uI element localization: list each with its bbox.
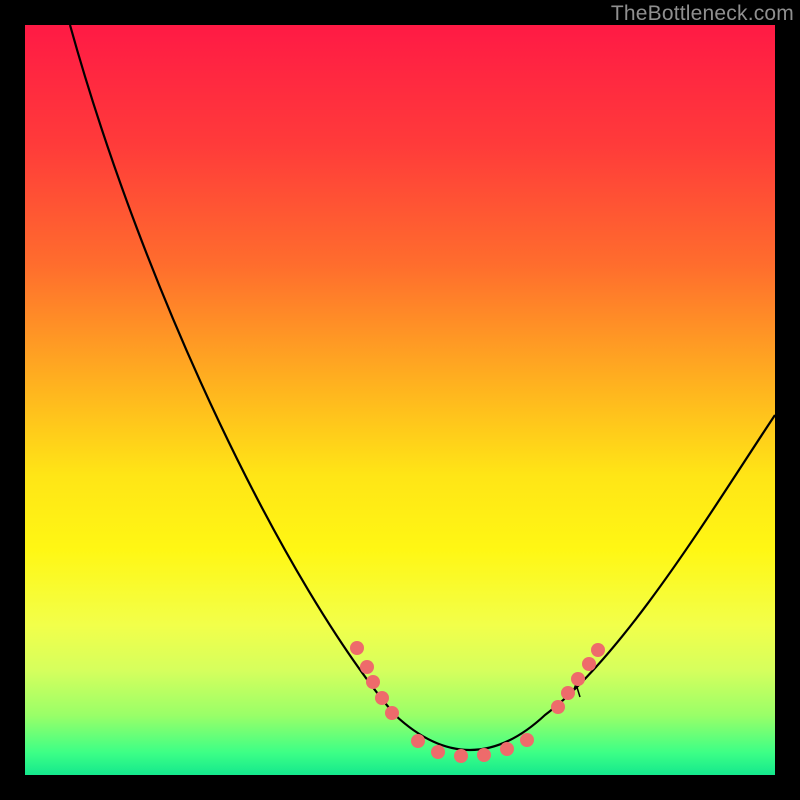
markers-left <box>350 641 399 720</box>
markers-right <box>551 643 605 714</box>
bottleneck-curve <box>70 25 775 750</box>
chart-container: TheBottleneck.com <box>0 0 800 800</box>
curve-overlay <box>25 25 775 775</box>
plot-area <box>25 25 775 775</box>
watermark-text: TheBottleneck.com <box>611 2 794 26</box>
